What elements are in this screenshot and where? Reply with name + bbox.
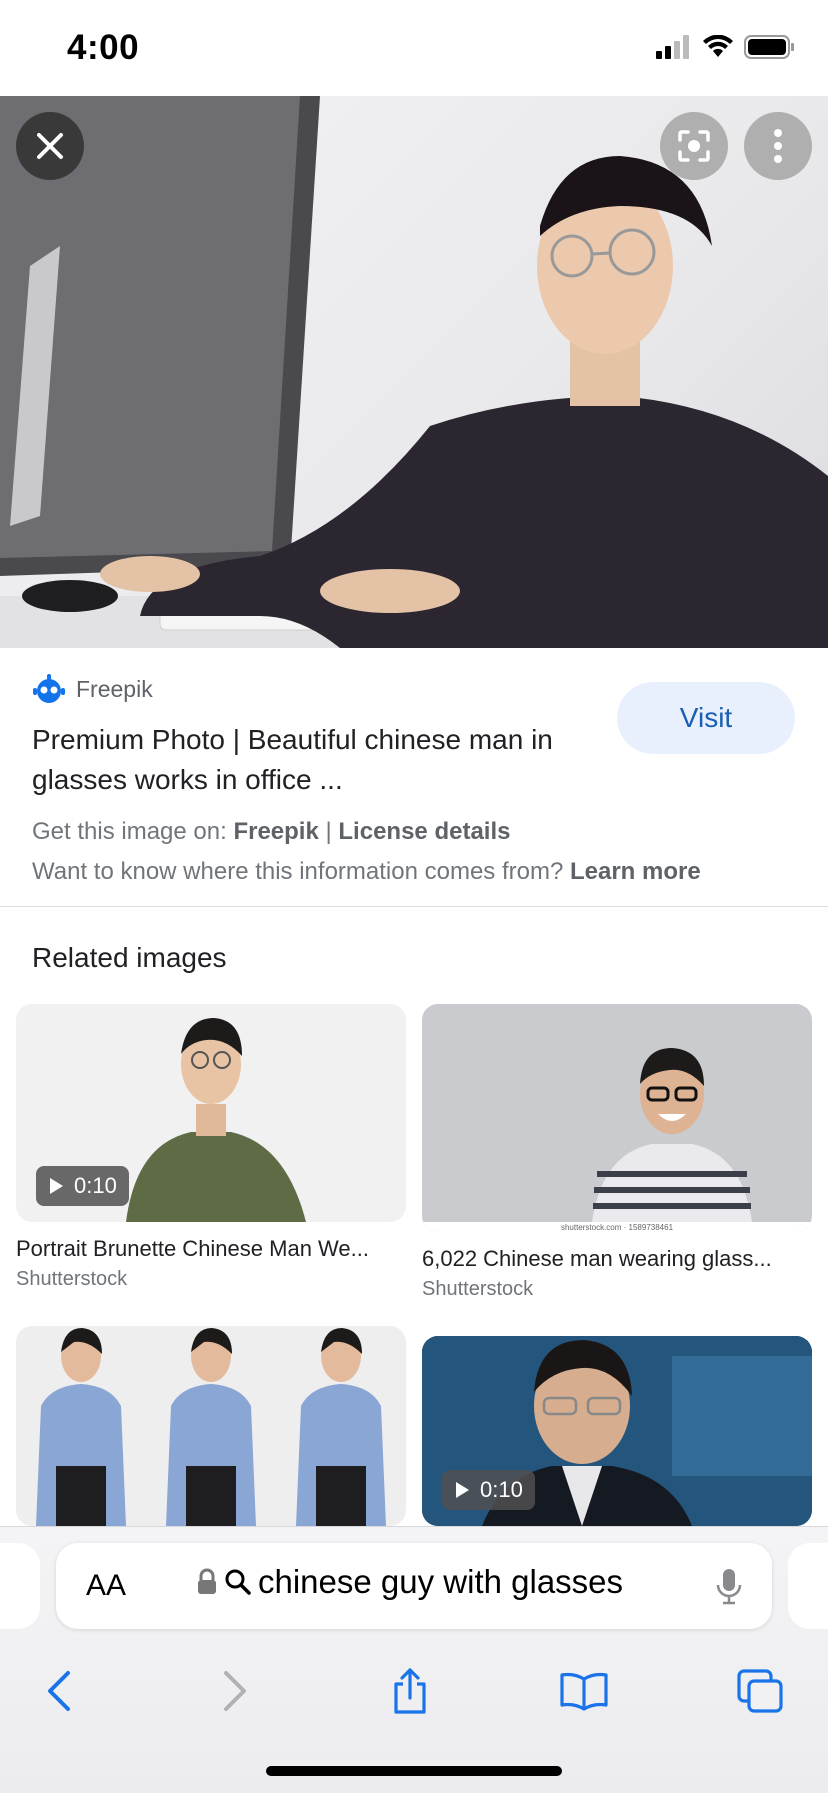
tabs-button[interactable]	[732, 1663, 788, 1719]
lens-button[interactable]	[660, 112, 728, 180]
hero-image[interactable]	[0, 96, 828, 648]
microphone-button[interactable]	[716, 1567, 742, 1610]
home-indicator[interactable]	[266, 1766, 562, 1776]
related-image-thumbnail[interactable]: 0:10	[422, 1336, 812, 1526]
bookmarks-button[interactable]	[556, 1663, 612, 1719]
divider	[0, 906, 828, 907]
source-name: Freepik	[76, 675, 153, 702]
related-image-title[interactable]: Portrait Brunette Chinese Man We...	[16, 1236, 406, 1262]
related-image-source: Shutterstock	[422, 1278, 534, 1300]
status-icons	[656, 34, 796, 64]
related-image-card[interactable]: shutterstock.com · 1589738461 6,022 Chin…	[422, 1004, 812, 1301]
search-query-text[interactable]: chinese guy with glasses	[258, 1563, 623, 1601]
lock-icon	[198, 1568, 216, 1594]
related-image-title[interactable]: 6,022 Chinese man wearing glass...	[422, 1246, 812, 1272]
cellular-signal-icon	[656, 34, 692, 64]
video-duration: 0:10	[74, 1173, 117, 1198]
result-title[interactable]: Premium Photo | Beautiful chinese man in…	[32, 720, 612, 800]
license-details-link[interactable]: License details	[338, 818, 510, 845]
address-bar-center[interactable]: chinese guy with glasses	[196, 1563, 623, 1601]
info-source-prefix: Want to know where this information come…	[32, 858, 570, 885]
chevron-right-icon	[224, 1671, 246, 1711]
more-options-button[interactable]	[744, 112, 812, 180]
visit-button[interactable]: Visit	[617, 682, 795, 754]
play-icon	[456, 1482, 469, 1498]
related-image-thumbnail[interactable]: shutterstock.com · 1589738461	[422, 1004, 812, 1232]
related-image-source: Shutterstock	[16, 1268, 128, 1290]
back-button[interactable]	[30, 1663, 86, 1719]
next-tab-preview[interactable]	[788, 1543, 828, 1629]
related-image-card[interactable]: 0:10 Portrait Brunette Chinese Man We...…	[16, 1004, 406, 1291]
related-image-thumbnail[interactable]	[16, 1326, 406, 1526]
status-bar: 4:00	[0, 0, 828, 96]
battery-icon	[744, 34, 796, 65]
info-source-line: Want to know where this information come…	[32, 858, 701, 886]
related-photo-2	[422, 1048, 812, 1232]
book-icon	[560, 1672, 608, 1711]
previous-tab-preview[interactable]	[0, 1543, 40, 1629]
chevron-left-icon	[48, 1671, 70, 1711]
get-image-line: Get this image on: Freepik | License det…	[32, 818, 510, 846]
freepik-logo-icon	[33, 674, 65, 703]
watermark-text: shutterstock.com · 1589738461	[560, 1223, 674, 1232]
video-duration: 0:10	[480, 1477, 523, 1502]
forward-button[interactable]	[208, 1663, 264, 1719]
status-time: 4:00	[67, 28, 140, 67]
search-icon	[225, 1569, 251, 1595]
close-button[interactable]	[16, 112, 84, 180]
tabs-icon	[737, 1669, 783, 1713]
share-button[interactable]	[382, 1663, 438, 1719]
browser-bottom-bar: AA chinese guy with glasses	[0, 1526, 828, 1793]
page-settings-button[interactable]: AA	[86, 1569, 126, 1603]
play-icon	[50, 1178, 63, 1194]
more-vertical-icon	[774, 129, 782, 163]
related-image-card[interactable]	[16, 1326, 406, 1526]
video-duration-badge: 0:10	[36, 1166, 129, 1206]
hero-photo	[0, 96, 828, 648]
learn-more-link[interactable]: Learn more	[570, 858, 701, 885]
related-images-heading: Related images	[32, 942, 227, 973]
related-image-card[interactable]: 0:10	[422, 1336, 812, 1526]
lens-icon	[678, 130, 710, 162]
related-image-thumbnail[interactable]: 0:10	[16, 1004, 406, 1222]
close-icon	[37, 133, 63, 159]
wifi-icon	[702, 34, 734, 64]
get-image-separator: |	[318, 818, 339, 845]
related-photo-3	[36, 1328, 386, 1526]
get-image-source-link[interactable]: Freepik	[233, 818, 318, 845]
video-duration-badge: 0:10	[442, 1470, 535, 1510]
microphone-icon	[716, 1569, 742, 1605]
share-icon	[394, 1668, 426, 1714]
browser-toolbar	[0, 1655, 828, 1725]
source-row[interactable]: Freepik	[32, 672, 153, 706]
get-image-prefix: Get this image on:	[32, 818, 234, 845]
address-bar[interactable]: AA chinese guy with glasses	[56, 1543, 772, 1629]
